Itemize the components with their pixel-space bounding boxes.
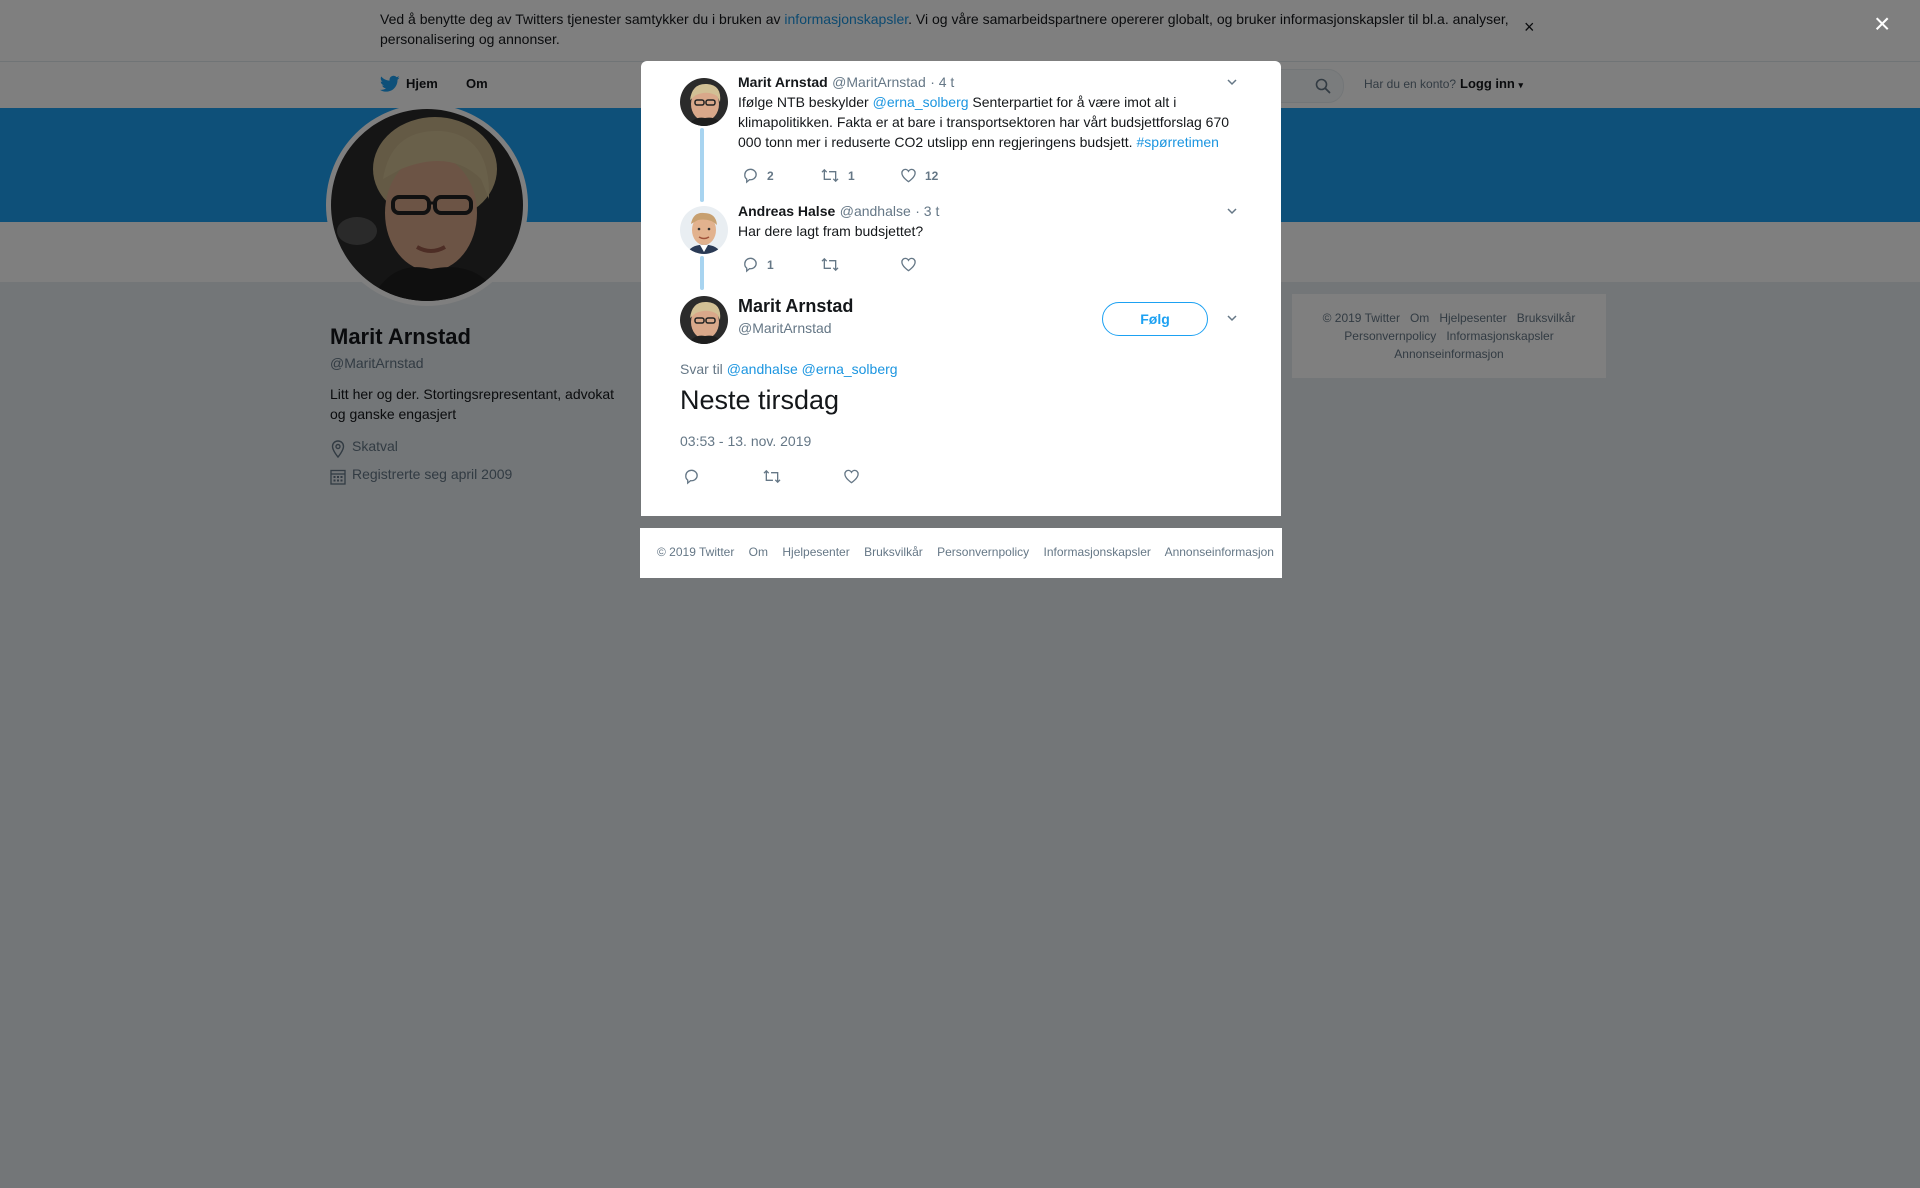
tweet-avatar[interactable] [680,206,728,254]
like-button[interactable] [900,256,917,273]
hashtag-link[interactable]: #spørretimen [1136,134,1218,150]
main-tweet-datetime[interactable]: 03:53 - 13. nov. 2019 [680,433,811,449]
thread-line [700,128,704,202]
retweet-button[interactable]: 1 [820,167,855,184]
tweet-author-name[interactable]: Andreas Halse [738,203,835,219]
reply-button[interactable]: 2 [742,167,774,184]
footer-link-about[interactable]: Om [749,545,768,559]
chevron-down-icon[interactable] [1226,205,1238,217]
mention-link[interactable]: @erna_solberg [802,361,898,377]
retweet-icon[interactable] [762,468,782,485]
tweet-header: Andreas Halse @andhalse · 3 t [738,203,939,221]
reply-count: 2 [767,168,774,183]
like-count: 12 [925,168,939,183]
main-tweet-author-name[interactable]: Marit Arnstad [738,296,853,317]
retweet-count: 1 [848,168,855,183]
main-tweet-avatar[interactable] [680,296,728,344]
tweet-text: Har dere lagt fram budsjettet? [738,223,924,239]
tweet-avatar[interactable] [680,78,728,126]
tweet-time[interactable]: · 3 t [915,203,939,219]
footer-link-cookies[interactable]: Informasjonskapsler [1044,545,1151,559]
reply-icon [742,167,759,184]
follow-button[interactable]: Følg [1102,302,1208,336]
chevron-down-icon[interactable] [1226,312,1238,324]
footer-link-help[interactable]: Hjelpesenter [782,545,849,559]
heart-icon [900,256,917,273]
tweet-text: Ifølge NTB beskylder @erna_solberg Sente… [738,94,1230,150]
close-modal-button[interactable]: × [1874,10,1890,38]
retweet-icon [820,167,840,184]
thread-line [700,256,704,290]
footer-copyright: © 2019 Twitter [657,545,735,559]
retweet-icon [820,256,840,273]
heart-icon[interactable] [843,468,860,485]
reply-button[interactable]: 1 [742,256,774,273]
reply-icon[interactable] [683,468,700,485]
footer-link-terms[interactable]: Bruksvilkår [864,545,923,559]
retweet-button[interactable] [820,256,840,273]
tweet-time[interactable]: · 4 t [930,74,954,90]
footer-link-privacy[interactable]: Personvernpolicy [937,545,1029,559]
tweet-author-handle[interactable]: @andhalse [840,203,911,219]
main-tweet-author-handle[interactable]: @MaritArnstad [738,320,832,336]
chevron-down-icon[interactable] [1226,76,1238,88]
tweet-header: Marit Arnstad @MaritArnstad · 4 t [738,74,954,92]
tweet-author-name[interactable]: Marit Arnstad [738,74,828,90]
reply-to-line: Svar til @andhalse @erna_solberg [680,361,898,377]
reply-count: 1 [767,257,774,272]
mention-link[interactable]: @andhalse [727,361,798,377]
modal-footer: © 2019 Twitter Om Hjelpesenter Bruksvilk… [640,528,1282,578]
like-button[interactable]: 12 [900,167,938,184]
heart-icon [900,167,917,184]
footer-link-ads[interactable]: Annonseinformasjon [1165,545,1274,559]
mention-link[interactable]: @erna_solberg [873,94,969,110]
main-tweet-text: Neste tirsdag [680,385,840,415]
reply-icon [742,256,759,273]
tweet-author-handle[interactable]: @MaritArnstad [832,74,926,90]
